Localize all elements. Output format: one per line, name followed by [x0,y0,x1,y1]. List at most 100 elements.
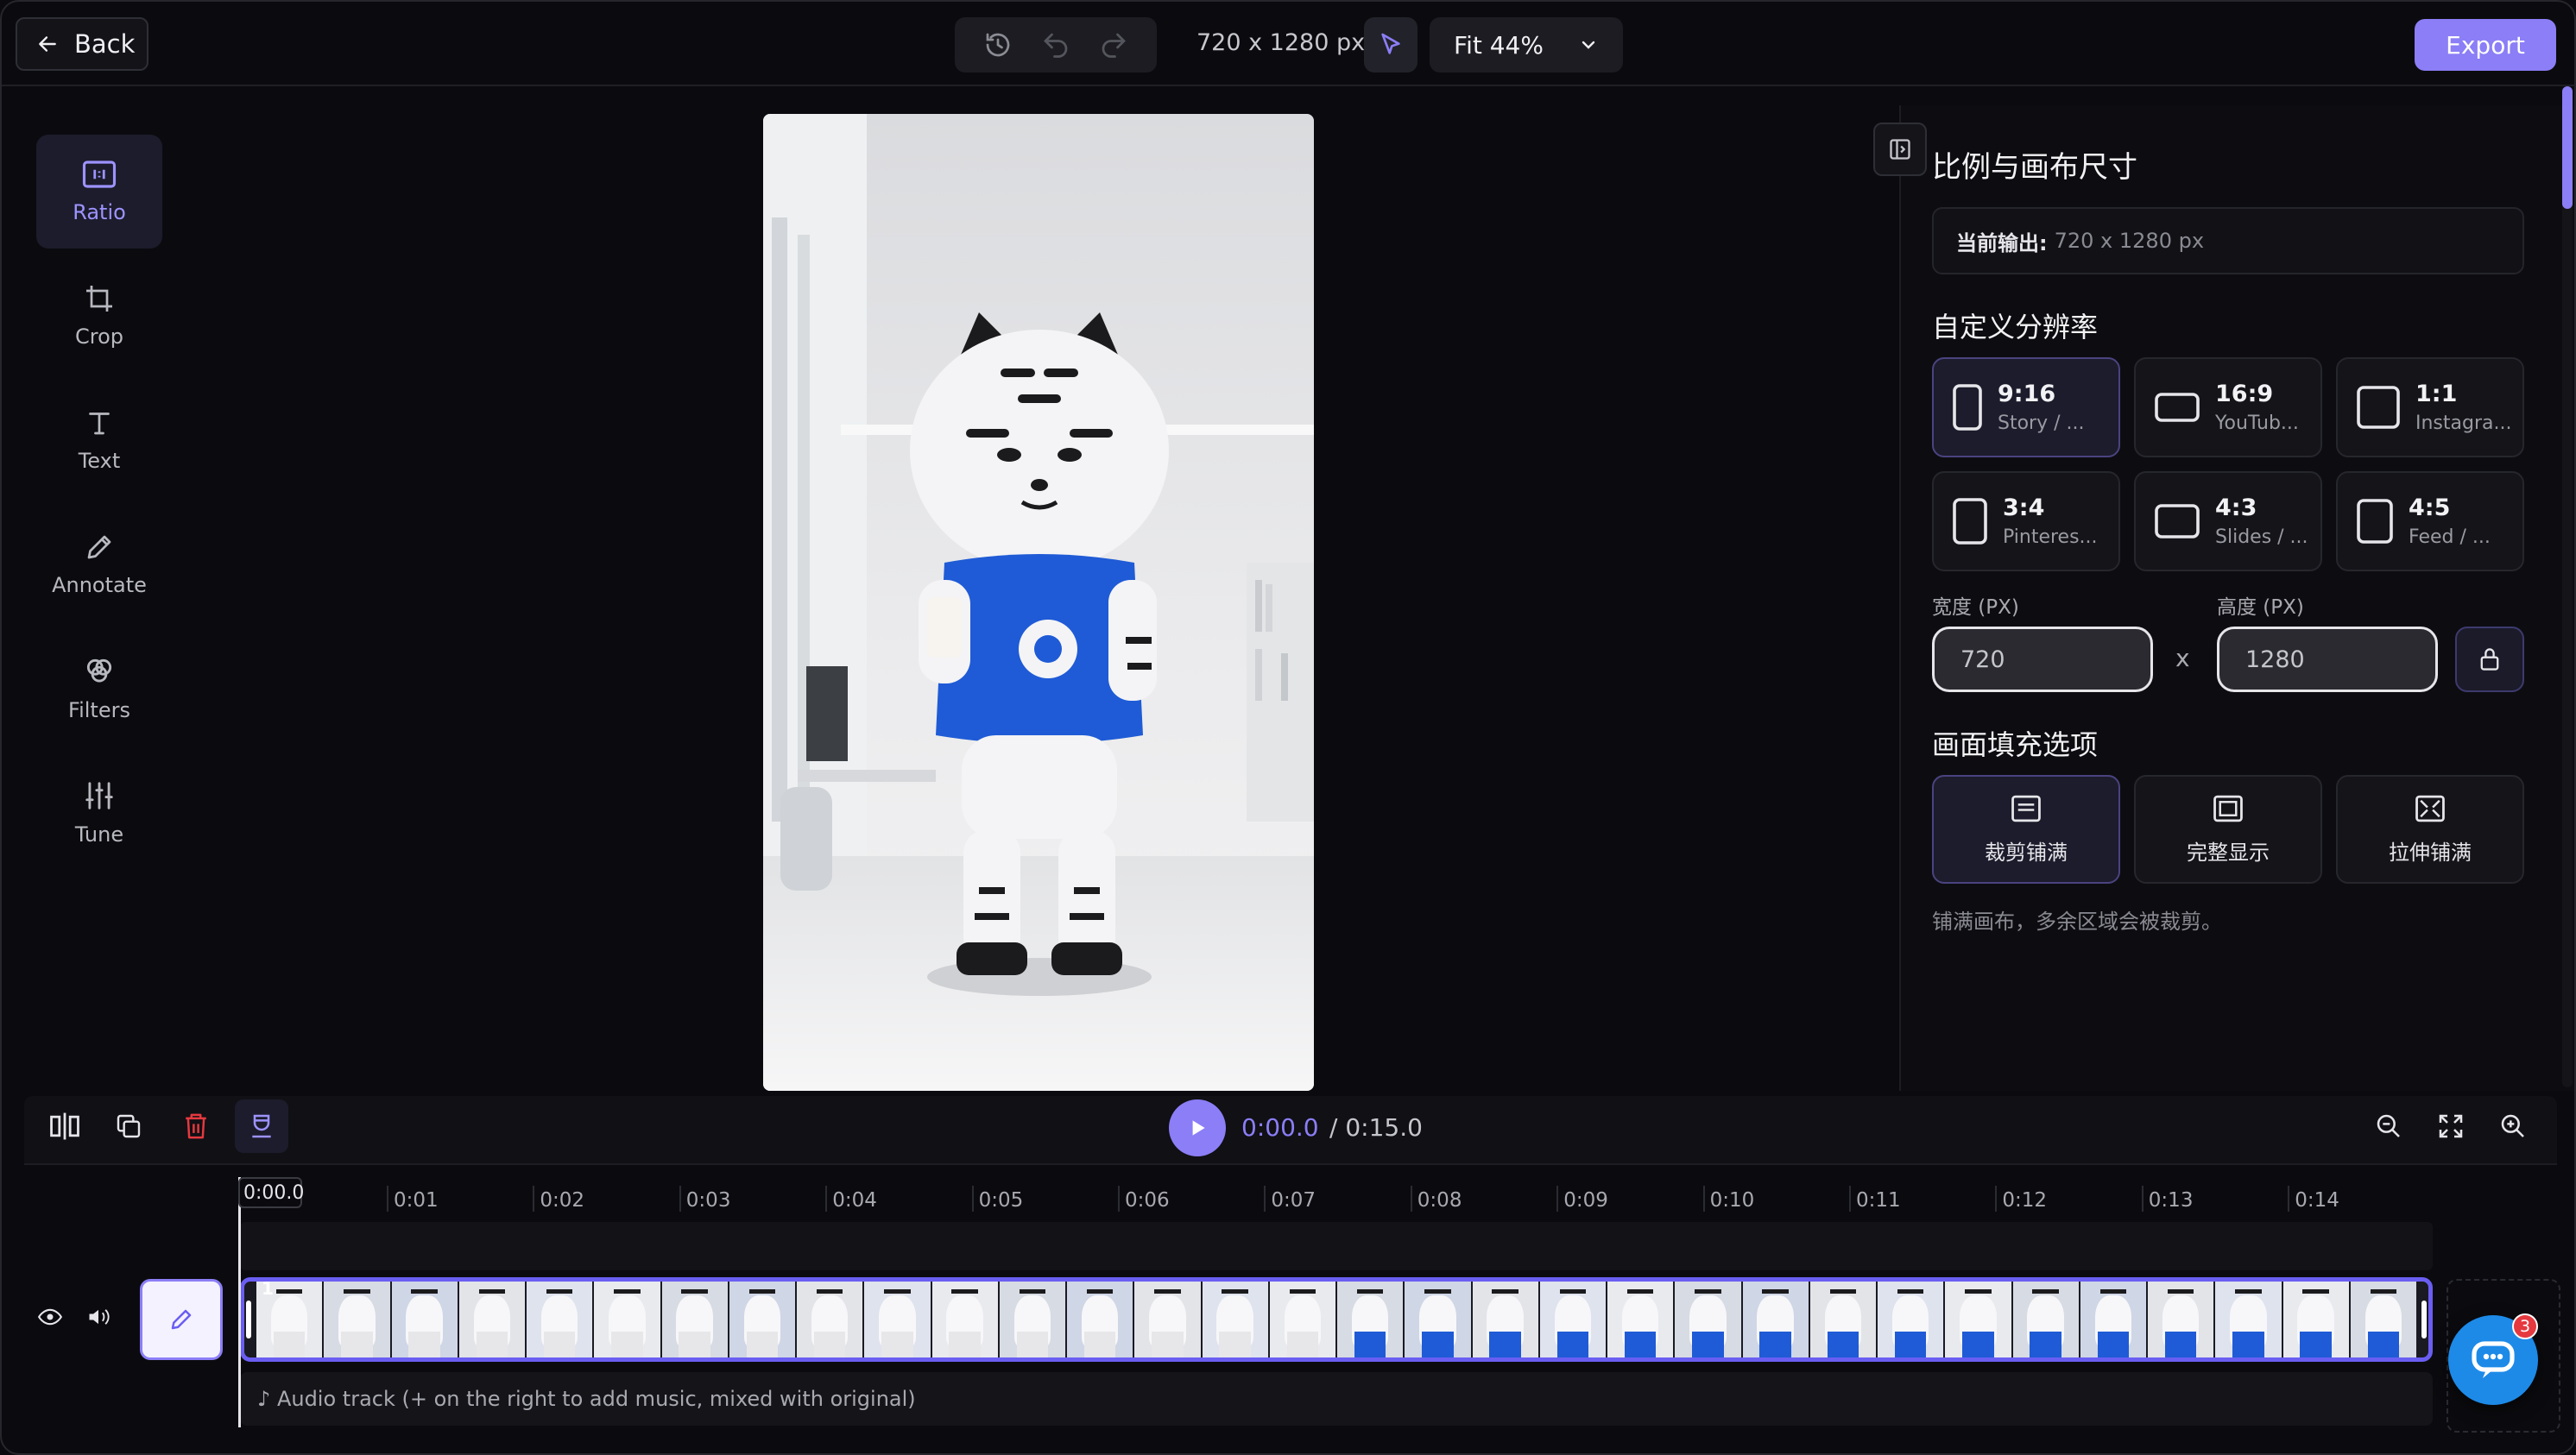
clip-frames [256,1282,2416,1357]
panel-scrollbar[interactable] [2562,86,2573,1087]
ruler-tick: 0:03 [679,1186,730,1212]
redo-icon[interactable] [1098,29,1129,60]
overlay-track[interactable] [240,1222,2433,1270]
ratio-sub: Story / ... [1998,413,2085,434]
playhead[interactable] [238,1177,241,1427]
sidebar-item-text[interactable]: Text [36,383,162,497]
aspect-lock-button[interactable] [2455,627,2524,692]
ratio-option-3-4[interactable]: 3:4 Pinteres... [1932,471,2120,571]
back-button[interactable]: Back [16,17,148,71]
duplicate-button[interactable] [102,1099,155,1153]
duplicate-icon [117,1114,141,1138]
clip-frame [661,1282,728,1357]
delete-button[interactable] [169,1099,223,1153]
magnet-icon [252,1114,271,1138]
ruler-tick: 0:09 [1556,1186,1608,1212]
arrow-left-icon [39,36,56,52]
landscape-icon [2155,393,2200,422]
history-icon[interactable] [982,29,1013,60]
ruler-tick: 0:07 [1264,1186,1316,1212]
clip-frame [1067,1282,1133,1357]
ratio-option-4-5[interactable]: 4:5 Feed / ... [2336,471,2524,571]
crop-fill-icon [2011,795,2041,822]
video-clip[interactable]: 1 [240,1277,2433,1362]
clip-frame [1539,1282,1606,1357]
landscape-icon [2155,504,2200,539]
fill-option-label: 完整显示 [2187,840,2270,865]
ratio-option-1-1[interactable]: 1:1 Instagra... [2336,357,2524,457]
zoom-in-button[interactable] [2486,1099,2540,1153]
ratio-option-4-3[interactable]: 4:3 Slides / ... [2134,471,2322,571]
clip-frame [324,1282,390,1357]
portrait-icon [1953,498,1987,545]
split-button[interactable] [38,1099,92,1153]
ratio-sub: YouTub... [2215,413,2299,434]
fill-option-stretch[interactable]: 拉伸铺满 [2336,775,2524,884]
select-tool-button[interactable] [1364,17,1417,72]
text-icon [89,413,110,435]
pencil-icon [171,1309,192,1330]
clip-frame [931,1282,998,1357]
ratio-option-9-16[interactable]: 9:16 Story / ... [1932,357,2120,457]
sidebar-item-crop[interactable]: Crop [36,259,162,373]
fill-options-title: 画面填充选项 [1932,728,2099,761]
height-input[interactable]: 1280 [2217,627,2438,692]
fill-option-fit[interactable]: 完整显示 [2134,775,2322,884]
ratio-value: 4:3 [2215,494,2257,521]
ruler-tick: 0:06 [1118,1186,1170,1212]
scrollbar-thumb[interactable] [2562,86,2573,209]
clip-frame [1337,1282,1404,1357]
portrait-icon [2357,499,2393,544]
ratio-value: 1:1 [2415,381,2458,407]
clip-frame [1809,1282,1876,1357]
clip-trim-left-handle[interactable] [246,1301,251,1338]
undo-icon[interactable] [1040,29,1071,60]
zoom-select[interactable]: Fit 44% [1430,17,1623,72]
zoom-out-button[interactable] [2362,1099,2415,1153]
sidebar-item-tune[interactable]: Tune [36,756,162,870]
ratio-option-16-9[interactable]: 16:9 YouTub... [2134,357,2322,457]
ratio-value: 9:16 [1998,381,2056,407]
clip-frame [729,1282,795,1357]
canvas-preview[interactable] [763,114,1314,1091]
track-visibility-icon[interactable] [37,1307,63,1331]
clip-edit-button[interactable] [140,1279,223,1360]
sidebar-item-filters[interactable]: Filters [36,632,162,746]
ruler-tick: 0:12 [1995,1186,2047,1212]
clip-frame [2215,1282,2282,1357]
width-input[interactable]: 720 [1932,627,2153,692]
clip-index: 1 [262,1278,274,1299]
chat-icon [2472,1341,2515,1378]
fill-option-crop-fill[interactable]: 裁剪铺满 [1932,775,2120,884]
clip-frame [2350,1282,2416,1357]
track-mute-icon[interactable] [86,1307,110,1331]
history-controls [955,17,1157,72]
export-button[interactable]: Export [2415,19,2556,71]
zoom-value: Fit 44% [1454,30,1544,60]
clip-frame [1742,1282,1809,1357]
ratio-sub: Feed / ... [2409,526,2491,548]
output-value: 720 x 1280 px [2054,229,2205,253]
audio-track[interactable]: ♪ Audio track (+ on the right to add mus… [240,1372,2433,1426]
clip-frame [1878,1282,1944,1357]
back-label: Back [74,29,136,59]
play-button[interactable] [1169,1099,1226,1156]
fit-timeline-button[interactable] [2424,1099,2478,1153]
portrait-icon [1953,384,1982,431]
total-time: / 0:15.0 [1329,1113,1423,1142]
clip-trim-right-handle[interactable] [2421,1301,2427,1338]
clip-frame [391,1282,458,1357]
clip-frame [1607,1282,1674,1357]
clip-frame [2080,1282,2146,1357]
clip-frame [864,1282,931,1357]
ruler-tick: 0:08 [1410,1186,1462,1212]
crop-icon [86,286,112,312]
trash-icon [186,1113,206,1139]
sidebar-item-annotate[interactable]: Annotate [36,507,162,621]
ruler-tick: 0:01 [387,1186,439,1212]
ratio-sub: Slides / ... [2215,526,2308,548]
stretch-icon [2415,795,2445,822]
sidebar-item-ratio[interactable]: Ratio [36,135,162,249]
magnet-button[interactable] [235,1099,288,1153]
collapse-panel-button[interactable] [1873,123,1927,176]
